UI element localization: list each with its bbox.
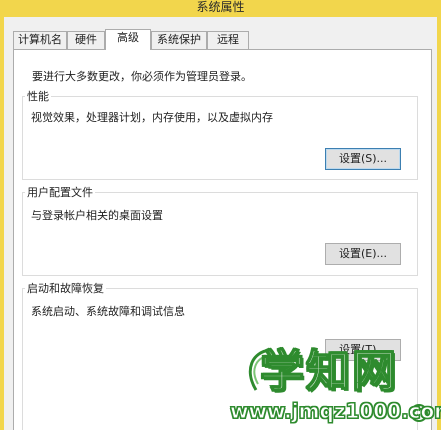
admin-notice: 要进行大多数更改，你必须作为管理员登录。 bbox=[32, 70, 252, 83]
user-profiles-description: 与登录帐户相关的桌面设置 bbox=[31, 209, 163, 222]
user-profiles-group-title: 用户配置文件 bbox=[25, 184, 95, 200]
tab-computer-name[interactable]: 计算机名 bbox=[13, 31, 67, 49]
performance-settings-button[interactable]: 设置(S)... bbox=[325, 148, 401, 170]
startup-recovery-group-title: 启动和故障恢复 bbox=[25, 280, 106, 296]
tab-system-protection[interactable]: 系统保护 bbox=[151, 31, 207, 49]
watermark-url: www.jmqz1000.com bbox=[229, 399, 441, 424]
tab-strip: 计算机名 硬件 高级 系统保护 远程 bbox=[13, 29, 433, 51]
system-properties-window: 系统属性 计算机名 硬件 高级 系统保护 远程 要进行大多数更改，你必须作为管理… bbox=[0, 0, 441, 430]
user-profiles-settings-button[interactable]: 设置(E)... bbox=[325, 243, 401, 265]
watermark-text: 学知网 bbox=[259, 346, 398, 397]
window-title: 系统属性 bbox=[196, 0, 245, 14]
tab-remote[interactable]: 远程 bbox=[207, 31, 249, 49]
tab-advanced[interactable]: 高级 bbox=[105, 29, 151, 50]
performance-group-title: 性能 bbox=[25, 88, 51, 104]
tab-hardware[interactable]: 硬件 bbox=[67, 31, 105, 49]
user-profiles-group: 用户配置文件 与登录帐户相关的桌面设置 设置(E)... bbox=[22, 184, 418, 276]
site-watermark-logo: 学知网 www.jmqz1000.com bbox=[222, 340, 441, 430]
performance-description: 视觉效果，处理器计划，内存使用，以及虚拟内存 bbox=[31, 111, 273, 124]
performance-group: 性能 视觉效果，处理器计划，内存使用，以及虚拟内存 设置(S)... bbox=[22, 88, 418, 180]
title-bar[interactable]: 系统属性 bbox=[0, 0, 441, 17]
startup-recovery-description: 系统启动、系统故障和调试信息 bbox=[31, 305, 185, 318]
